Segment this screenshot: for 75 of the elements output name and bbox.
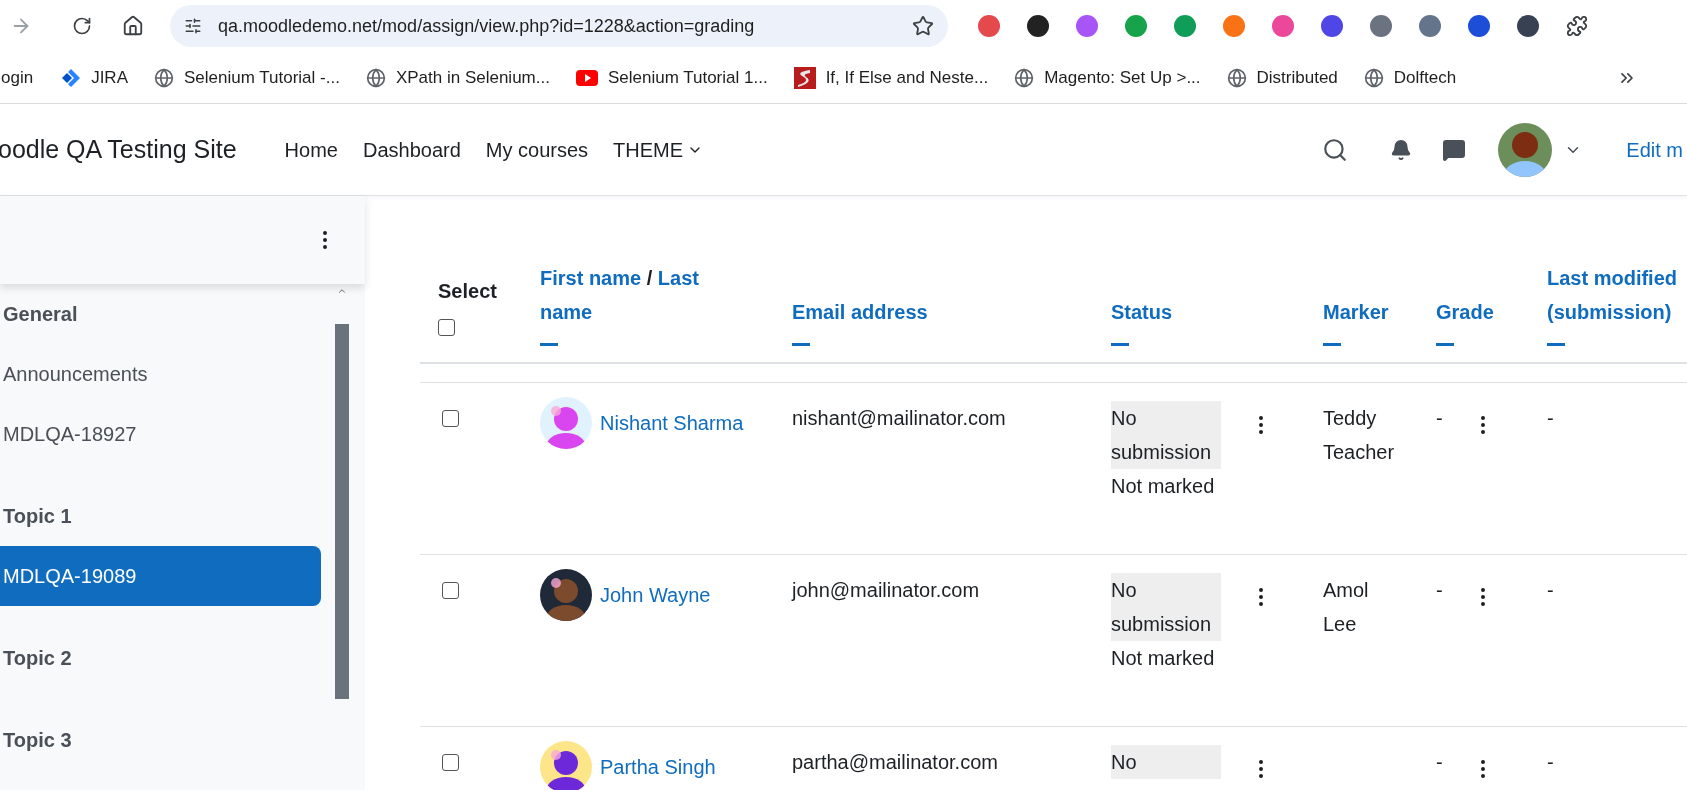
video-icon	[575, 69, 598, 86]
nav-link[interactable]: My courses	[485, 134, 589, 165]
user-name-link[interactable]: Partha Singh	[600, 750, 716, 784]
bookmark[interactable]: If, If Else and Neste...	[793, 64, 989, 91]
last-modified-value: -	[1547, 751, 1554, 773]
marker-name: Amol Lee	[1323, 578, 1370, 637]
section-title[interactable]: Topic 2	[0, 628, 321, 688]
column-header[interactable]: Marker	[1323, 295, 1436, 329]
jira-icon	[61, 67, 82, 88]
submission-status: No	[1111, 745, 1221, 779]
last-modified-value: -	[1547, 579, 1554, 601]
last-modified-value: -	[1547, 407, 1554, 429]
search-icon[interactable]	[1322, 136, 1349, 163]
address-bar[interactable]: qa.moodledemo.net/mod/assign/view.php?id=1228&action=grading	[170, 5, 948, 47]
globe-icon	[365, 67, 386, 88]
reload-icon[interactable]	[72, 16, 92, 36]
home-icon[interactable]	[122, 15, 144, 37]
select-label: Select	[438, 279, 498, 304]
bookmark[interactable]: XPath in Selenium...	[365, 64, 550, 91]
extension-icon[interactable]	[1517, 15, 1539, 37]
bookmark[interactable]: Distributed	[1226, 64, 1338, 91]
edit-mode-link[interactable]: Edit m	[1626, 134, 1683, 165]
globe-icon	[1226, 67, 1247, 88]
bookmark[interactable]: Selenium Tutorial -...	[154, 64, 340, 91]
globe-icon	[1014, 67, 1035, 88]
scroll-up-icon[interactable]	[337, 286, 347, 296]
bookmark[interactable]: Selenium Tutorial 1...	[575, 64, 768, 91]
checkbox[interactable]	[438, 319, 455, 336]
email-text: partha@mailinator.com	[792, 751, 998, 773]
section-title[interactable]: General	[0, 284, 321, 344]
extension-icon[interactable]	[1321, 15, 1343, 37]
nav-link[interactable]: THEME	[613, 134, 704, 165]
column-header[interactable]: Last modified (submission)	[1547, 261, 1687, 329]
user-name-link[interactable]: John Wayne	[600, 578, 711, 612]
activity-link[interactable]: MDLQA-18927	[0, 404, 321, 464]
messages-icon[interactable]	[1442, 137, 1467, 162]
extension-icon[interactable]	[1468, 15, 1490, 37]
section-title[interactable]: Topic 3	[0, 710, 321, 770]
scrollbar-thumb[interactable]	[335, 324, 349, 699]
bookmark[interactable]: JIRA	[61, 64, 128, 91]
column-header[interactable]: Status	[1111, 295, 1323, 329]
nav-link[interactable]: Home	[284, 134, 338, 165]
globe-icon	[1363, 67, 1384, 88]
extension-icon[interactable]	[1027, 15, 1049, 37]
globe-icon	[154, 67, 174, 88]
activity-link[interactable]: MDLQA-19089	[0, 546, 321, 606]
grading-status: Not marked	[1111, 646, 1216, 671]
checkbox[interactable]	[442, 582, 459, 599]
bookmark[interactable]: Dolftech	[1363, 64, 1457, 91]
logo-icon	[793, 66, 816, 89]
user-name-link[interactable]: Nishant Sharma	[600, 406, 744, 440]
grading-status: Not marked	[1111, 474, 1216, 499]
grade-value: -	[1436, 406, 1443, 431]
notifications-icon[interactable]	[1390, 138, 1413, 161]
grade-value: -	[1436, 750, 1443, 775]
checkbox[interactable]	[442, 754, 459, 771]
activity-link[interactable]: Announcements	[0, 344, 321, 404]
email-text: nishant@mailinator.com	[792, 407, 1006, 429]
url-text: qa.moodledemo.net/mod/assign/view.php?id=1228&action=grading	[218, 14, 755, 38]
bookmark[interactable]: ogin	[1, 64, 34, 91]
email-text: john@mailinator.com	[792, 579, 980, 601]
nav-link[interactable]: Dashboard	[362, 134, 461, 165]
submission-status: No submission	[1111, 573, 1221, 641]
extensions-icon[interactable]	[1566, 15, 1588, 37]
checkbox[interactable]	[442, 410, 459, 427]
section-title[interactable]: Topic 1	[0, 486, 321, 546]
submission-status: No submission	[1111, 401, 1221, 469]
marker-name: Teddy Teacher	[1323, 406, 1396, 465]
grade-value: -	[1436, 578, 1443, 603]
column-header[interactable]: Grade	[1436, 295, 1547, 329]
site-settings-icon[interactable]	[184, 17, 202, 35]
name-sort-links[interactable]: First name / Last name	[540, 261, 720, 329]
column-header[interactable]: Email address	[792, 295, 1111, 329]
bookmark[interactable]: Magento: Set Up >...	[1014, 64, 1201, 91]
bookmark-star-icon[interactable]	[912, 15, 934, 37]
